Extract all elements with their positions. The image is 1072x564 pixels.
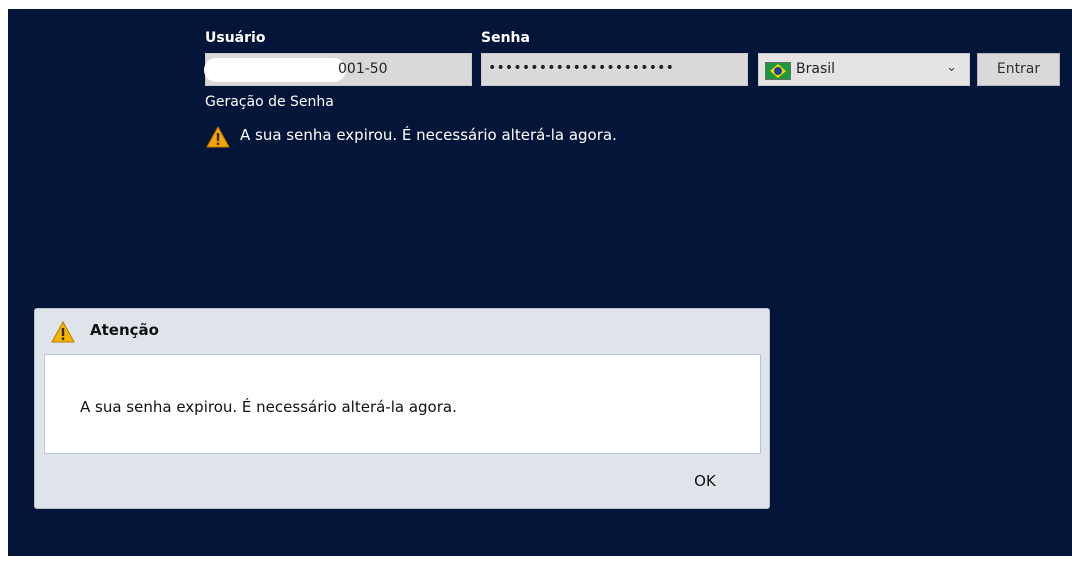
language-select[interactable]: Brasil ⌄	[758, 53, 970, 86]
warning-icon	[51, 321, 75, 343]
user-label: Usuário	[205, 30, 266, 46]
dialog-body: A sua senha expirou. É necessário alterá…	[44, 354, 761, 454]
password-label: Senha	[481, 30, 530, 46]
dialog-message: A sua senha expirou. É necessário alterá…	[80, 398, 457, 416]
login-screen: Usuário Senha 001-50 •••••••••••••••••••…	[8, 9, 1072, 556]
warning-icon	[206, 126, 230, 148]
ok-button[interactable]: OK	[673, 466, 737, 496]
password-expired-warning: A sua senha expirou. É necessário alterá…	[240, 126, 617, 144]
password-input[interactable]: ••••••••••••••••••••••	[481, 53, 748, 86]
dialog-title: Atenção	[90, 321, 159, 339]
login-button[interactable]: Entrar	[977, 53, 1060, 86]
alert-dialog: Atenção A sua senha expirou. É necessári…	[34, 308, 770, 509]
chevron-down-icon: ⌄	[946, 60, 957, 75]
user-input[interactable]: 001-50	[204, 53, 472, 86]
password-input-value: ••••••••••••••••••••••	[488, 60, 675, 76]
redaction-mask	[204, 58, 346, 82]
brazil-flag-icon	[765, 62, 791, 80]
user-input-value: 001-50	[338, 61, 388, 77]
language-selected-value: Brasil	[796, 61, 836, 77]
password-generation-link[interactable]: Geração de Senha	[205, 94, 334, 110]
